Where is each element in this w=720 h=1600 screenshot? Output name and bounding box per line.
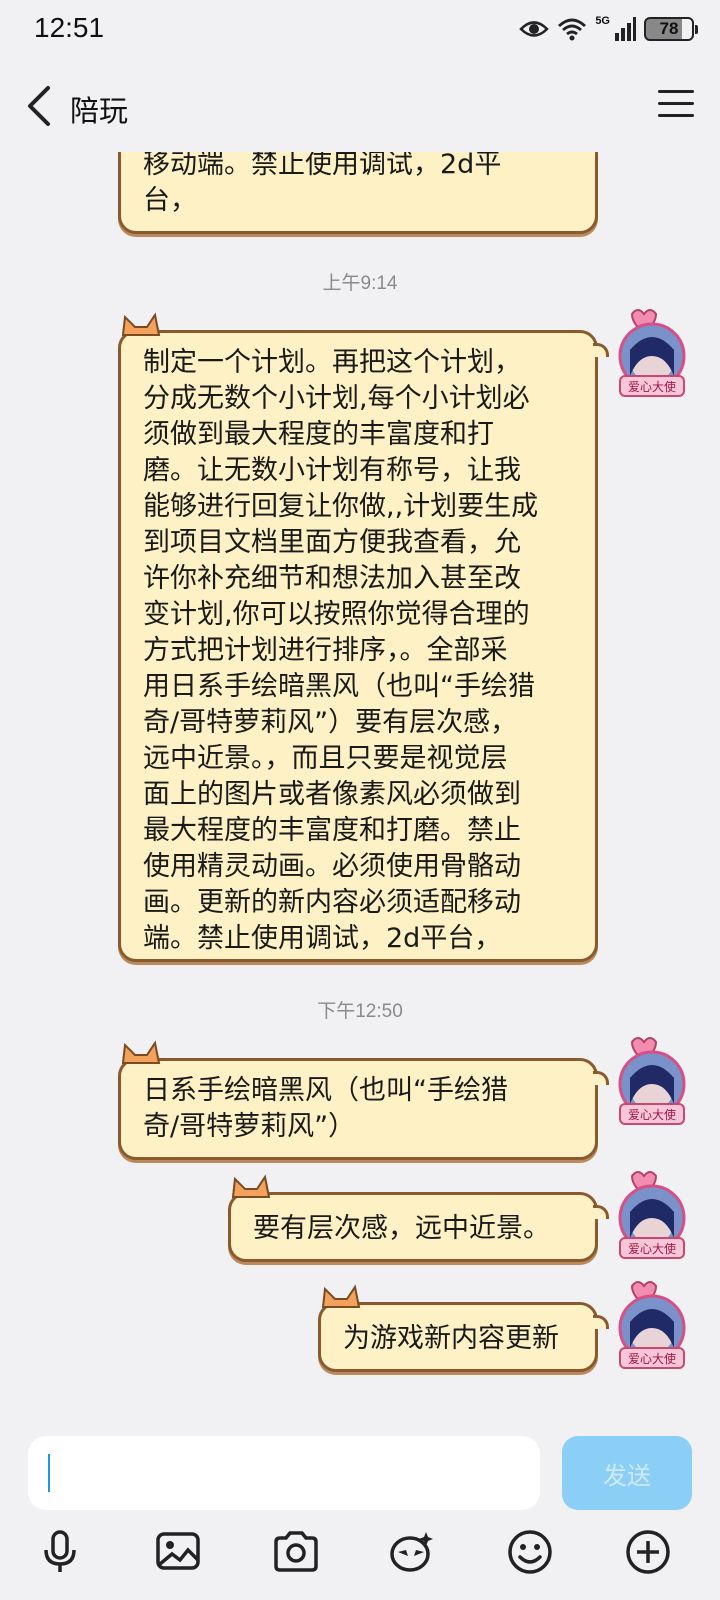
timestamp: 下午12:50 (317, 1001, 403, 1022)
camera-icon[interactable] (272, 1528, 320, 1576)
message-bubble[interactable]: 为游戏新内容更新 (318, 1284, 609, 1372)
timestamp: 上午9:14 (322, 273, 398, 294)
microphone-icon[interactable] (36, 1528, 84, 1576)
avatar-badge: 爱心大使 (628, 379, 676, 394)
avatar[interactable]: 爱心大使 (610, 1168, 694, 1259)
cat-ears-decoration (231, 1174, 271, 1198)
avatar-image: 爱心大使 (618, 309, 686, 397)
message-bubble[interactable]: 日系手绘暗黑风（也叫“手绘猎 奇/哥特萝莉风”） (118, 1040, 609, 1160)
eye-icon (519, 21, 550, 37)
battery-level: 78 (659, 19, 679, 38)
message-bubble[interactable]: 制定一个计划。再把这个计划， 分成无数个小计划,每个小计划必 须做到最大程度的丰… (118, 312, 609, 962)
message-text: 要有层次感，远中近景。 (253, 1213, 550, 1244)
input-area: 发送 (0, 1400, 720, 1600)
hamburger-menu-icon (658, 90, 694, 93)
avatar[interactable]: 爱心大使 (610, 306, 694, 397)
signal-icon (615, 17, 636, 41)
avatar-image: 爱心大使 (618, 1171, 686, 1259)
bubble-tail (593, 1071, 609, 1085)
avatar-badge: 爱心大使 (628, 1241, 676, 1256)
avatar[interactable]: 爱心大使 (610, 1278, 694, 1369)
network-label: 5G (595, 15, 610, 27)
avatar[interactable]: 爱心大使 (610, 1034, 694, 1125)
avatar-badge: 爱心大使 (628, 1107, 676, 1122)
message-bubble[interactable]: 要有层次感，远中近景。 (228, 1174, 609, 1262)
battery-icon: 78 (644, 17, 698, 41)
menu-button[interactable] (658, 90, 694, 122)
emoji-icon[interactable] (506, 1528, 554, 1576)
message-text: 制定一个计划。再把这个计划， 分成无数个小计划,每个小计划必 须做到最大程度的丰… (143, 347, 539, 954)
message-text: 日系手绘暗黑风（也叫“手绘猎 奇/哥特萝莉风”） (143, 1075, 508, 1142)
cat-ears-decoration (321, 1284, 361, 1308)
bubble-tail (593, 1205, 609, 1219)
bubble-tail (593, 1315, 609, 1329)
image-icon[interactable] (154, 1528, 202, 1576)
status-bar: 12:51 5G 78 (0, 0, 720, 62)
message-text: 移动端。禁止使用调试，2d平 台， (143, 149, 502, 216)
cat-ears-decoration (121, 1040, 161, 1064)
send-button[interactable]: 发送 (562, 1436, 692, 1510)
avatar-image: 爱心大使 (618, 1281, 686, 1369)
avatar-badge: 爱心大使 (628, 1351, 676, 1366)
header: 陪玩 (0, 62, 720, 152)
back-button[interactable] (22, 84, 62, 128)
sticker-icon[interactable] (388, 1528, 436, 1576)
chat-messages[interactable]: 移动端。禁止使用调试，2d平 台， 上午9:14 制定一个计划。再把这个计划， … (0, 62, 720, 1400)
bubble-tail (593, 343, 609, 357)
avatar-image: 爱心大使 (618, 1037, 686, 1125)
page-title: 陪玩 (70, 94, 129, 128)
text-caret (48, 1454, 50, 1492)
status-icons: 5G 78 (519, 14, 698, 44)
message-input[interactable] (28, 1436, 540, 1510)
input-toolbar (0, 1528, 720, 1588)
message-text: 为游戏新内容更新 (343, 1323, 559, 1354)
plus-icon[interactable] (624, 1528, 672, 1576)
cat-ears-decoration (121, 312, 161, 336)
wifi-icon (558, 18, 587, 41)
status-time: 12:51 (34, 12, 105, 43)
